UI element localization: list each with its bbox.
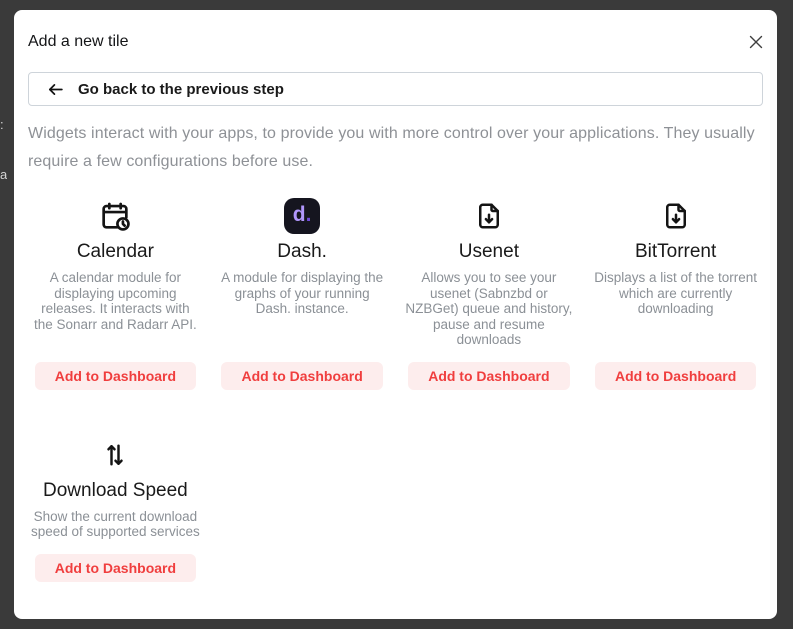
add-to-dashboard-button[interactable]: Add to Dashboard — [35, 362, 196, 390]
background-text-fragment: : — [0, 118, 7, 131]
widget-card-download-speed: Download Speed Show the current download… — [30, 437, 201, 582]
widget-title: Calendar — [77, 240, 154, 264]
add-to-dashboard-button[interactable]: Add to Dashboard — [595, 362, 756, 390]
widget-grid: Calendar A calendar module for displayin… — [28, 198, 763, 582]
widget-title: Dash. — [277, 240, 327, 264]
widget-description: Displays a list of the torrent which are… — [590, 270, 761, 317]
add-to-dashboard-button[interactable]: Add to Dashboard — [408, 362, 569, 390]
widget-description: Show the current download speed of suppo… — [30, 509, 201, 540]
widget-card-dash: d. Dash. A module for displaying the gra… — [217, 198, 388, 390]
x-icon — [749, 35, 763, 49]
add-tile-modal: Add a new tile Go back to the previous s… — [14, 10, 777, 619]
go-back-button[interactable]: Go back to the previous step — [28, 72, 763, 106]
modal-title: Add a new tile — [28, 32, 129, 52]
go-back-label: Go back to the previous step — [78, 81, 284, 98]
widget-description: A calendar module for displaying upcomin… — [30, 270, 201, 332]
add-to-dashboard-button[interactable]: Add to Dashboard — [35, 554, 196, 582]
widget-description: Allows you to see your usenet (Sabnzbd o… — [404, 270, 575, 348]
file-download-icon — [474, 198, 504, 234]
calendar-clock-icon — [98, 198, 132, 234]
modal-header: Add a new tile — [28, 32, 763, 52]
widget-title: BitTorrent — [635, 240, 716, 264]
widget-card-usenet: Usenet Allows you to see your usenet (Sa… — [404, 198, 575, 390]
add-to-dashboard-button[interactable]: Add to Dashboard — [221, 362, 382, 390]
arrow-left-icon — [46, 81, 65, 98]
widget-title: Usenet — [459, 240, 519, 264]
background-text-fragment: a — [0, 168, 7, 181]
widget-card-bittorrent: BitTorrent Displays a list of the torren… — [590, 198, 761, 390]
dash-logo-icon: d. — [284, 198, 320, 234]
widget-card-calendar: Calendar A calendar module for displayin… — [30, 198, 201, 390]
intro-text: Widgets interact with your apps, to prov… — [28, 120, 763, 176]
close-button[interactable] — [747, 33, 765, 51]
file-download-icon — [661, 198, 691, 234]
widget-description: A module for displaying the graphs of yo… — [217, 270, 388, 317]
arrows-up-down-icon — [101, 437, 129, 473]
widget-title: Download Speed — [43, 479, 188, 503]
